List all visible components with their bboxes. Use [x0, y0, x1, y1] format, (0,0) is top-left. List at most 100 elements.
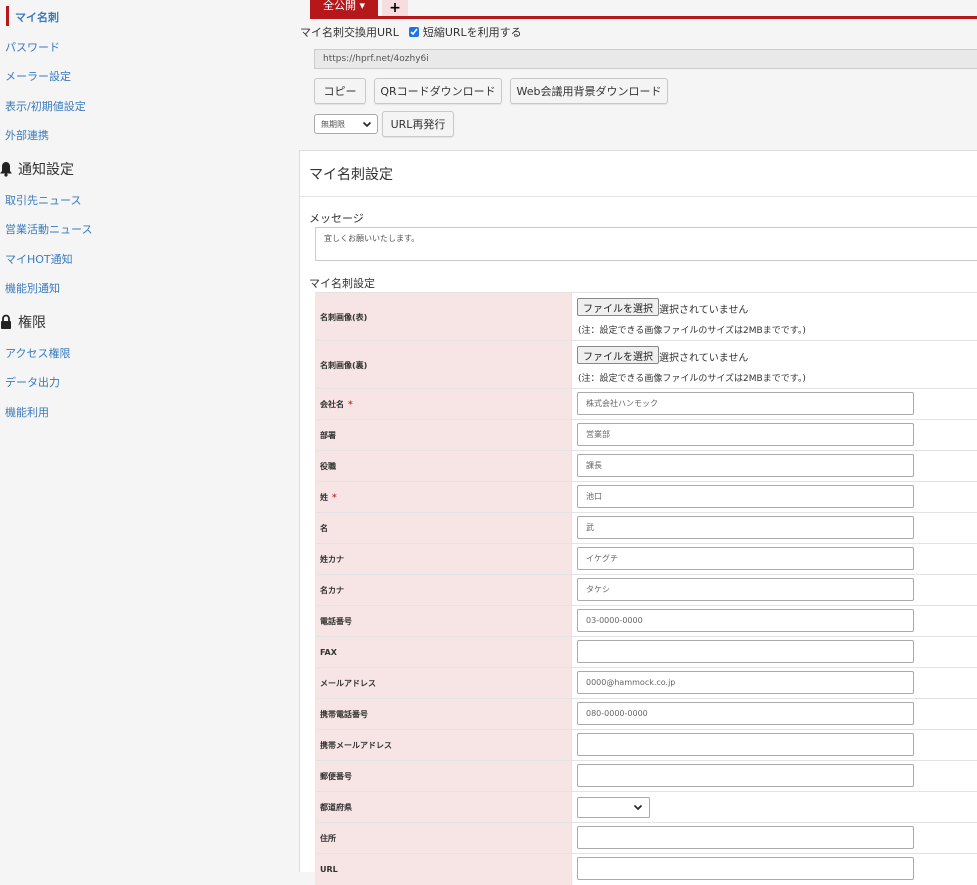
card-settings-label: マイ名刺設定 [309, 277, 375, 290]
form-row: 名武 [315, 512, 977, 544]
form-row: 姓カナ イケグチ [315, 543, 977, 575]
expiry-value: 無期限 [321, 119, 345, 129]
message-label: メッセージ [309, 212, 364, 225]
form-row: 電話番号 03-0000-0000 [315, 605, 977, 637]
form-row: 都道府県 [315, 791, 977, 823]
form-row-value: 03-0000-0000 [573, 606, 977, 637]
bell-icon [0, 161, 12, 177]
form-row-label: 部署 [315, 420, 572, 451]
form-row: 役職 課長 [315, 450, 977, 482]
form-row-value [573, 637, 977, 668]
form-row-label: 名刺画像(裏) [315, 341, 572, 389]
form-row-label-text: 都道府県 [320, 803, 352, 812]
form-row-label-text: 会社名 [320, 400, 344, 409]
share-url-field[interactable]: https://hprf.net/4ozhy6i [314, 49, 977, 69]
form-row-value: 080-0000-0000 [573, 699, 977, 730]
sidebar-item-access[interactable]: アクセス権限 [5, 345, 70, 361]
sidebar-item-password[interactable]: パスワード [5, 39, 60, 55]
form-row-value: タケシ [573, 575, 977, 606]
form-row-value [573, 823, 977, 854]
active-indicator [6, 6, 9, 26]
form-row: 部署 営業部 [315, 419, 977, 451]
top-divider [310, 16, 977, 19]
form-text-input[interactable] [577, 640, 914, 663]
form-text-input[interactable] [577, 826, 914, 849]
sidebar: マイ名刺 パスワード メーラー設定 表示/初期値設定 外部連携 通知設定 取引先… [0, 0, 300, 871]
form-row-value [573, 730, 977, 761]
form-text-input[interactable]: 03-0000-0000 [577, 609, 914, 632]
form-text-input[interactable] [577, 857, 914, 880]
sidebar-item-export[interactable]: データ出力 [5, 374, 60, 390]
bg-download-button[interactable]: Web会議用背景ダウンロード [510, 78, 668, 104]
form-text-input[interactable]: 0000@hammock.co.jp [577, 671, 914, 694]
qr-download-button[interactable]: QRコードダウンロード [374, 78, 502, 104]
sidebar-item-display[interactable]: 表示/初期値設定 [5, 98, 86, 114]
form-text-input[interactable]: 株式会社ハンモック [577, 392, 914, 415]
form-row-value: 営業部 [573, 420, 977, 451]
file-status: 選択されていません [659, 353, 749, 364]
form-row-value: ファイルを選択 選択されていません (注：設定できる画像ファイルのサイズは2MBまで… [573, 341, 977, 389]
copy-button[interactable]: コピー [314, 78, 366, 104]
share-url-row: マイ名刺交換用URL 短縮URLを利用する [300, 24, 522, 40]
short-url-checkbox[interactable] [408, 27, 419, 37]
form-row: メールアドレス 0000@hammock.co.jp [315, 667, 977, 699]
form-row-label: メールアドレス [315, 668, 572, 699]
file-select-button[interactable]: ファイルを選択 [577, 298, 659, 316]
chevron-down-icon [362, 119, 372, 132]
form-row-value [573, 854, 977, 885]
form-row-label: 携帯メールアドレス [315, 730, 572, 761]
file-size-note: (注：設定できる画像ファイルのサイズは2MBまでです。) [578, 374, 806, 384]
form-row: FAX [315, 636, 977, 668]
sidebar-item-external[interactable]: 外部連携 [5, 127, 49, 143]
form-row: 住所 [315, 822, 977, 854]
file-size-note: (注：設定できる画像ファイルのサイズは2MBまでです。) [578, 326, 806, 336]
sidebar-item-client-news[interactable]: 取引先ニュース [5, 192, 81, 208]
sidebar-item-my-card[interactable]: マイ名刺 [15, 9, 59, 25]
form-text-input[interactable]: 080-0000-0000 [577, 702, 914, 725]
reissue-url-button[interactable]: URL再発行 [382, 111, 454, 137]
form-text-input[interactable]: 営業部 [577, 423, 914, 446]
form-row-label-text: URL [320, 865, 338, 874]
file-status: 選択されていません [659, 305, 749, 316]
form-row-value: 0000@hammock.co.jp [573, 668, 977, 699]
form-row-label-text: FAX [320, 648, 337, 657]
sidebar-item-feature-notify[interactable]: 機能別通知 [5, 280, 60, 296]
form-row: 郵便番号 [315, 760, 977, 792]
panel-divider [300, 196, 977, 197]
form-row-value: 池口 [573, 482, 977, 513]
form-row: 姓 * 池口 [315, 481, 977, 513]
form-text-input[interactable]: タケシ [577, 578, 914, 601]
required-mark: * [348, 399, 353, 410]
form-row: 名刺画像(表) ファイルを選択 選択されていません (注：設定できる画像ファイルのサイ… [315, 292, 977, 341]
form-row-label-text: 名カナ [320, 586, 344, 595]
expiry-select[interactable]: 無期限 [314, 114, 378, 134]
sidebar-item-mailer[interactable]: メーラー設定 [5, 68, 71, 84]
message-textarea[interactable]: 宜しくお願いいたします。 [315, 227, 977, 261]
form-text-input[interactable]: 武 [577, 516, 914, 539]
prefecture-select[interactable] [577, 797, 650, 818]
form-row-value: イケグチ [573, 544, 977, 575]
form-row-label: 郵便番号 [315, 761, 572, 792]
form-text-input[interactable]: 池口 [577, 485, 914, 508]
form-row-label: 姓カナ [315, 544, 572, 575]
form-text-input[interactable] [577, 764, 914, 787]
form-row-label: 電話番号 [315, 606, 572, 637]
sidebar-item-sales-news[interactable]: 営業活動ニュース [5, 221, 92, 237]
add-tab-button[interactable]: + [382, 0, 408, 16]
form-text-input[interactable]: イケグチ [577, 547, 914, 570]
form-row-label: 役職 [315, 451, 572, 482]
form-row-label-text: 名 [320, 524, 328, 533]
form-row-label: 姓 * [315, 482, 572, 513]
share-url-label: マイ名刺交換用URL [300, 26, 399, 39]
form-row-label: 携帯電話番号 [315, 699, 572, 730]
sidebar-item-feature-use[interactable]: 機能利用 [5, 404, 49, 420]
file-select-button[interactable]: ファイルを選択 [577, 346, 659, 364]
form-text-input[interactable]: 課長 [577, 454, 914, 477]
form-row: URL [315, 853, 977, 885]
form-row-value: 武 [573, 513, 977, 544]
card-settings-panel: マイ名刺設定 メッセージ 宜しくお願いいたします。 マイ名刺設定 名刺画像(表)… [299, 150, 977, 885]
form-row: 名刺画像(裏) ファイルを選択 選択されていません (注：設定できる画像ファイルのサイ… [315, 340, 977, 389]
form-row: 名カナ タケシ [315, 574, 977, 606]
form-text-input[interactable] [577, 733, 914, 756]
sidebar-item-my-hot[interactable]: マイHOT通知 [5, 251, 73, 267]
